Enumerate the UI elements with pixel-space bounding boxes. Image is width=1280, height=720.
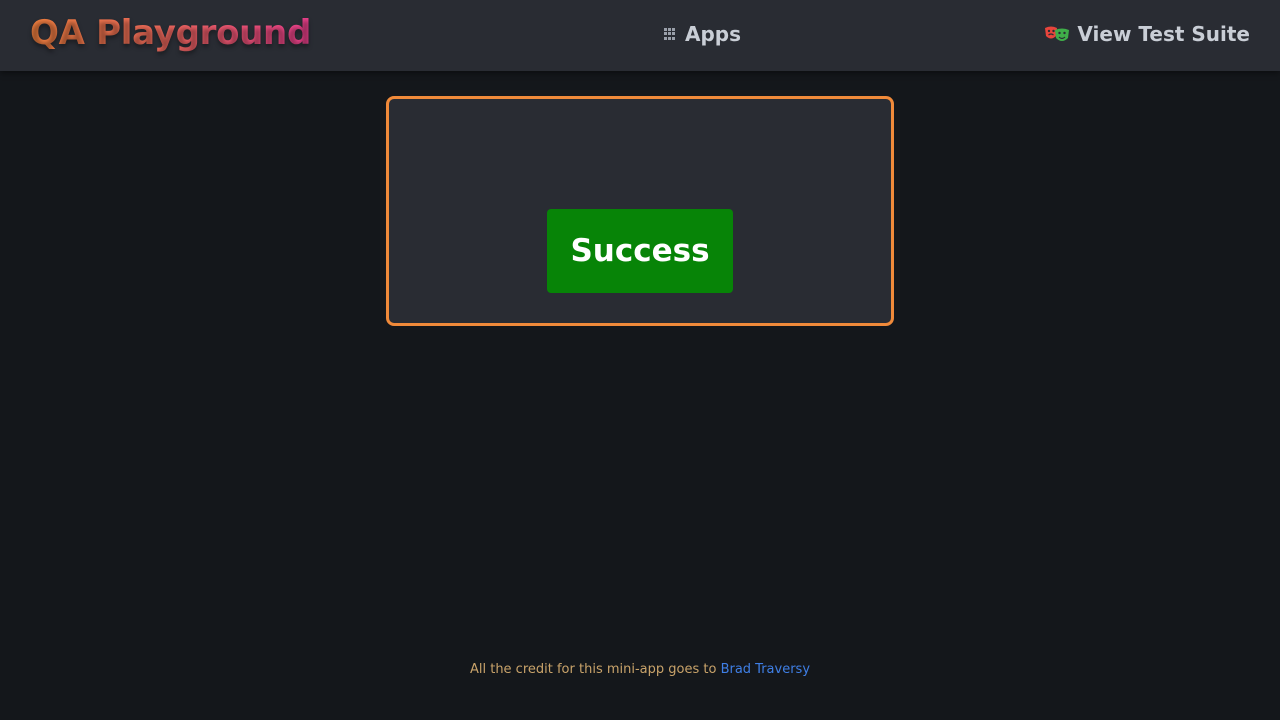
credit-author-link[interactable]: Brad Traversy <box>721 662 810 677</box>
apps-label: Apps <box>685 22 742 46</box>
theater-masks-icon <box>1045 26 1070 41</box>
success-button[interactable]: Success <box>547 209 733 293</box>
content-card: Success <box>386 96 894 326</box>
credit-text: All the credit for this mini-app goes to <box>469 662 721 677</box>
grid-icon <box>664 27 677 41</box>
brand-logo[interactable]: QA Playground <box>30 13 311 53</box>
apps-link[interactable]: Apps <box>664 22 741 46</box>
footer-credit: All the credit for this mini-app goes to… <box>0 662 1280 677</box>
view-test-suite-link[interactable]: View Test Suite <box>1044 22 1250 46</box>
view-test-suite-label: View Test Suite <box>1077 22 1250 46</box>
top-navbar: QA Playground Apps View Test Suite <box>0 0 1280 71</box>
